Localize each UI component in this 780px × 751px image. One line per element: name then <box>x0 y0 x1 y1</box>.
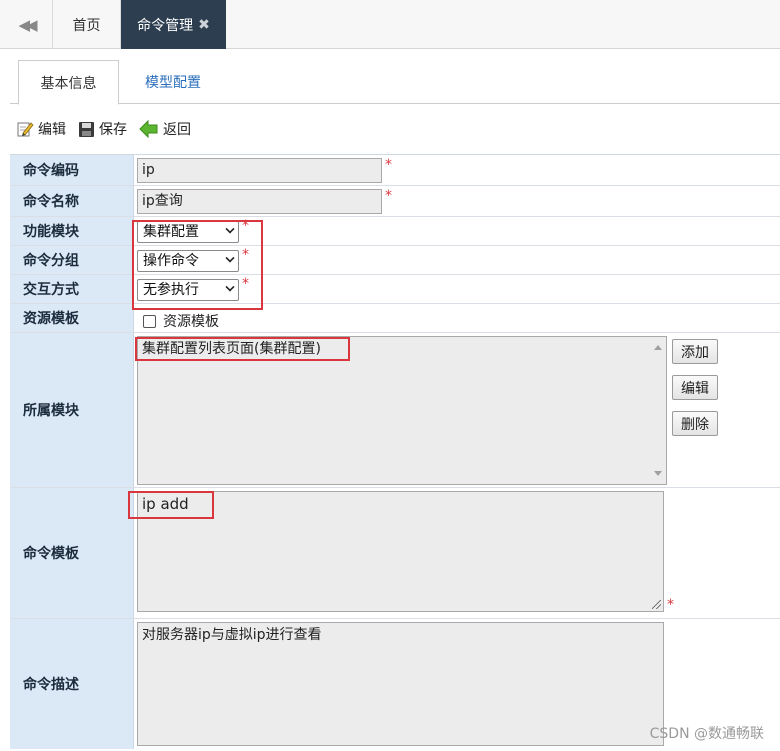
resource-template-checkbox-label: 资源模板 <box>163 314 219 330</box>
label-resource-template: 资源模板 <box>10 304 134 332</box>
command-form: 命令编码 ip * 命令名称 ip查询 * 功能模块 集群配置 * 命令分组 操… <box>10 154 780 749</box>
label-owning-module: 所属模块 <box>10 333 134 487</box>
tab-command-management[interactable]: 命令管理 ✖ <box>121 0 226 49</box>
save-button[interactable]: 保存 <box>78 119 127 139</box>
chevron-down-icon <box>225 253 235 263</box>
interaction-mode-value: 无参执行 <box>143 282 199 298</box>
back-button[interactable]: 返回 <box>139 119 191 139</box>
add-module-button[interactable]: 添加 <box>672 339 718 364</box>
floppy-disk-icon <box>79 121 94 137</box>
checkbox-box[interactable] <box>143 314 156 328</box>
label-command-name: 命令名称 <box>10 186 134 216</box>
edit-button[interactable]: 编辑 <box>16 119 66 139</box>
tab-home[interactable]: 首页 <box>53 0 121 49</box>
close-icon[interactable]: ✖ <box>198 17 210 33</box>
row-function-module: 功能模块 集群配置 * <box>10 217 780 246</box>
row-command-name: 命令名称 ip查询 * <box>10 186 780 217</box>
label-function-module: 功能模块 <box>10 217 134 245</box>
command-group-value: 操作命令 <box>143 253 199 269</box>
row-interaction-mode: 交互方式 无参执行 * <box>10 275 780 304</box>
chevron-down-icon <box>225 282 235 292</box>
required-mark: * <box>385 157 392 173</box>
sub-tab-bar: 基本信息 模型配置 <box>10 60 780 105</box>
required-mark: * <box>667 597 674 613</box>
top-tab-bar: ◀◀ 首页 命令管理 ✖ <box>0 0 780 49</box>
tab-basic-info[interactable]: 基本信息 <box>18 60 119 105</box>
resize-handle-icon[interactable] <box>652 600 661 609</box>
watermark: CSDN @数通畅联 <box>649 726 764 742</box>
tab-home-label: 首页 <box>72 17 101 34</box>
save-button-label: 保存 <box>99 122 127 138</box>
required-mark: * <box>242 247 249 263</box>
command-description-value: 对服务器ip与虚拟ip进行查看 <box>142 627 322 643</box>
label-command-code: 命令编码 <box>10 155 134 185</box>
scroll-down-icon[interactable] <box>654 471 662 476</box>
command-name-input[interactable]: ip查询 <box>137 189 382 214</box>
label-command-description: 命令描述 <box>10 619 134 749</box>
owning-module-item[interactable]: 集群配置列表页面(集群配置) <box>142 341 321 357</box>
green-arrow-left-icon <box>139 120 158 138</box>
listbox-scrollbar[interactable] <box>650 337 666 484</box>
toolbar: 编辑 保存 返回 <box>16 117 191 141</box>
row-command-group: 命令分组 操作命令 * <box>10 246 780 275</box>
required-mark: * <box>242 218 249 234</box>
required-mark: * <box>385 188 392 204</box>
pencil-icon <box>17 122 34 137</box>
row-owning-module: 所属模块 集群配置列表页面(集群配置) 添加 编辑 删除 <box>10 333 780 488</box>
label-interaction-mode: 交互方式 <box>10 275 134 303</box>
scroll-up-icon[interactable] <box>654 345 662 350</box>
chevron-down-icon <box>225 224 235 234</box>
command-template-value: ip add <box>142 495 189 513</box>
row-resource-template: 资源模板 资源模板 <box>10 304 780 333</box>
page: ◀◀ 首页 命令管理 ✖ 基本信息 模型配置 编辑 保存 返回 命令编码 ip … <box>0 0 780 751</box>
label-command-template: 命令模板 <box>10 488 134 618</box>
command-template-textarea[interactable]: ip add <box>137 491 664 612</box>
required-mark: * <box>242 276 249 292</box>
delete-module-button[interactable]: 删除 <box>672 411 718 436</box>
command-description-textarea[interactable]: 对服务器ip与虚拟ip进行查看 <box>137 622 664 746</box>
owning-module-listbox[interactable]: 集群配置列表页面(集群配置) <box>137 336 667 485</box>
command-code-input[interactable]: ip <box>137 158 382 183</box>
back-button-label: 返回 <box>163 122 191 138</box>
double-chevron-left-icon[interactable]: ◀◀ <box>0 0 53 49</box>
interaction-mode-select[interactable]: 无参执行 <box>137 279 239 301</box>
command-group-select[interactable]: 操作命令 <box>137 250 239 272</box>
edit-module-button[interactable]: 编辑 <box>672 375 718 400</box>
tab-model-config[interactable]: 模型配置 <box>123 60 223 104</box>
function-module-value: 集群配置 <box>143 224 199 240</box>
tab-model-config-label: 模型配置 <box>145 75 201 91</box>
tab-command-management-label: 命令管理 <box>137 17 194 34</box>
label-command-group: 命令分组 <box>10 246 134 274</box>
edit-button-label: 编辑 <box>38 122 66 138</box>
row-command-template: 命令模板 ip add * <box>10 488 780 619</box>
row-command-code: 命令编码 ip * <box>10 155 780 186</box>
resource-template-checkbox[interactable]: 资源模板 <box>143 311 219 331</box>
tab-basic-info-label: 基本信息 <box>40 75 97 92</box>
function-module-select[interactable]: 集群配置 <box>137 221 239 243</box>
